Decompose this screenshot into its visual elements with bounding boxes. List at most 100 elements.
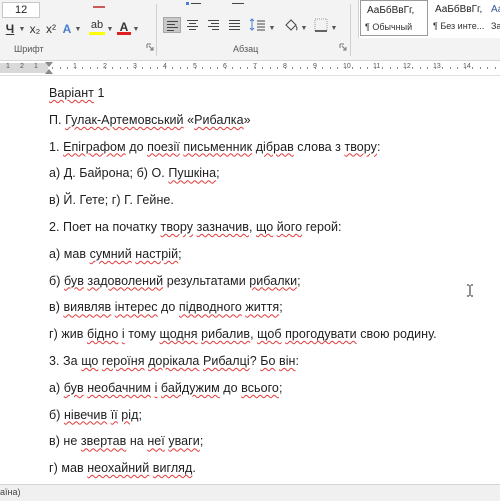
paragraph-dialog-launcher-icon[interactable] [339, 43, 347, 51]
subscript-button[interactable]: x₂ [28, 20, 42, 38]
borders-button[interactable] [312, 17, 330, 33]
misspelled-word[interactable]: всього [241, 381, 279, 395]
misspelled-word[interactable]: уваги [168, 434, 200, 448]
misspelled-word[interactable]: необачним [87, 381, 151, 395]
document-line[interactable]: г) жив бідно і тому щодня рибалив, щоб п… [49, 327, 437, 341]
text-run: 1. [49, 139, 64, 154]
misspelled-word[interactable]: був [64, 381, 84, 395]
document-line[interactable]: 2. Поет на початку твору зазначив, що йо… [49, 220, 342, 234]
document-line[interactable]: 3. За що героїня дорікала Рибалці? Бо ві… [49, 354, 299, 368]
document-line[interactable]: 1. Епіграфом до поезії письменник дібрав… [49, 140, 381, 154]
misspelled-word[interactable]: що [256, 220, 273, 234]
misspelled-word[interactable]: дорікала [148, 354, 199, 368]
misspelled-word[interactable]: письменник [183, 140, 252, 154]
ruler-tick [442, 67, 443, 69]
misspelled-word[interactable]: задоволений [87, 274, 163, 288]
align-left-button[interactable] [163, 17, 181, 33]
misspelled-word[interactable]: життя [245, 300, 279, 314]
misspelled-word[interactable]: Рибалка [194, 113, 243, 127]
status-language[interactable]: аїна) [0, 487, 20, 497]
superscript-button[interactable]: x² [44, 20, 58, 38]
misspelled-word[interactable]: звертав [81, 434, 126, 448]
misspelled-word[interactable]: він [279, 354, 295, 368]
horizontal-ruler[interactable]: 1211234567891011121314 [0, 61, 500, 76]
font-size-input[interactable]: 12 [2, 2, 40, 18]
text-run: ; [138, 407, 142, 422]
misspelled-word[interactable]: поезії [147, 140, 180, 154]
underline-dropdown-button[interactable]: ▼ [18, 20, 26, 38]
misspelled-word[interactable]: Рибалці [203, 354, 250, 368]
misspelled-word[interactable]: зазначив [197, 220, 249, 234]
misspelled-word[interactable]: Пушкіна [168, 166, 216, 180]
misspelled-word[interactable]: був [64, 274, 84, 288]
misspelled-word[interactable]: виявляв [63, 300, 111, 314]
clear-formatting-icon[interactable] [93, 0, 105, 8]
justify-button[interactable] [226, 17, 244, 33]
document-line[interactable]: в) не звертав на неї уваги; [49, 434, 203, 448]
align-center-button[interactable] [184, 17, 202, 33]
misspelled-word[interactable]: Гулак-Артемовський [65, 113, 183, 127]
style-heading[interactable]: АаБбВв Заг [489, 0, 500, 36]
misspelled-word[interactable]: що [81, 354, 98, 368]
document-line[interactable]: а) був необачним і байдужим до всього; [49, 381, 282, 395]
misspelled-word[interactable]: рибалки [249, 274, 297, 288]
style-sample: АаБбВвГг, [435, 4, 483, 15]
misspelled-word[interactable]: вигляд [153, 461, 193, 475]
style-no-spacing[interactable]: АаБбВвГг, ¶ Без инте... [429, 0, 497, 36]
highlight-dropdown[interactable]: ▼ [106, 20, 114, 38]
document-line[interactable]: а) мав сумний настрій; [49, 247, 182, 261]
document-line[interactable]: в) Й. Гете; г) Г. Гейне. [49, 193, 174, 207]
document-line[interactable]: в) виявляв інтерес до підводного життя; [49, 300, 283, 314]
borders-dropdown[interactable]: ▼ [330, 19, 338, 37]
misspelled-word[interactable]: підводного [179, 300, 242, 314]
ruler-tick [217, 67, 218, 69]
document-line[interactable]: П. Гулак-Артемовський «Рибалка» [49, 113, 251, 127]
text-effects-button[interactable]: A [60, 20, 74, 38]
misspelled-word[interactable]: Епіграфом [63, 140, 126, 154]
text-effects-dropdown[interactable]: ▼ [74, 20, 82, 38]
misspelled-word[interactable]: настрій [135, 247, 178, 261]
misspelled-word[interactable]: байдужим [161, 381, 220, 395]
misspelled-word[interactable]: нівечив [64, 408, 107, 422]
multilevel-list-icon[interactable] [232, 0, 246, 6]
highlight-button-label: ab [90, 19, 104, 31]
misspelled-word[interactable]: Бо [260, 354, 275, 368]
text-run: а) [49, 380, 64, 395]
document-line[interactable]: б) нівечив її рід; [49, 408, 142, 422]
misspelled-word[interactable]: щодня [160, 327, 198, 341]
misspelled-word[interactable]: щоб [257, 327, 281, 341]
misspelled-word[interactable]: твору [161, 220, 194, 234]
line-spacing-button[interactable] [249, 17, 267, 33]
misspelled-word[interactable]: інтерес [115, 300, 158, 314]
misspelled-word[interactable]: її [111, 408, 118, 422]
misspelled-word[interactable]: неохайний [87, 461, 149, 475]
first-line-indent-marker[interactable] [45, 62, 53, 67]
misspelled-word[interactable]: прогодувати [285, 327, 357, 341]
font-color-dropdown[interactable]: ▼ [132, 20, 140, 38]
hanging-indent-marker[interactable] [45, 69, 53, 74]
document-line[interactable]: Варіант 1 [49, 86, 104, 100]
document-page[interactable]: Варіант 1 П. Гулак-Артемовський «Рибалка»… [0, 76, 500, 484]
misspelled-word[interactable]: рибалив [201, 327, 250, 341]
misspelled-word[interactable]: рід [121, 408, 138, 422]
line-spacing-dropdown[interactable]: ▼ [268, 19, 276, 37]
align-right-button[interactable] [205, 17, 223, 33]
shading-button[interactable] [282, 17, 300, 33]
document-line[interactable]: а) Д. Байрона; б) О. Пушкіна; [49, 166, 220, 180]
style-normal[interactable]: АаБбВвГг, ¶ Обычный [360, 0, 428, 36]
misspelled-word[interactable]: неї [147, 434, 164, 448]
document-line[interactable]: б) був задоволений результатами рибалки; [49, 274, 301, 288]
misspelled-word[interactable]: його [277, 220, 302, 234]
group-divider [156, 4, 157, 56]
misspelled-word[interactable]: героїня [102, 354, 145, 368]
underline-button[interactable]: Ч [3, 20, 17, 38]
document-line[interactable]: г) мав неохайний вигляд. [49, 461, 196, 475]
misspelled-word[interactable]: бідно [87, 327, 118, 341]
misspelled-word[interactable]: сумний [90, 247, 132, 261]
font-dialog-launcher-icon[interactable] [146, 43, 154, 51]
bullets-icon[interactable] [186, 0, 202, 6]
misspelled-word[interactable]: дібрав [256, 140, 294, 154]
misspelled-word[interactable]: Варіант [49, 86, 94, 100]
shading-dropdown[interactable]: ▼ [300, 19, 308, 37]
misspelled-word[interactable]: твору [344, 140, 377, 154]
